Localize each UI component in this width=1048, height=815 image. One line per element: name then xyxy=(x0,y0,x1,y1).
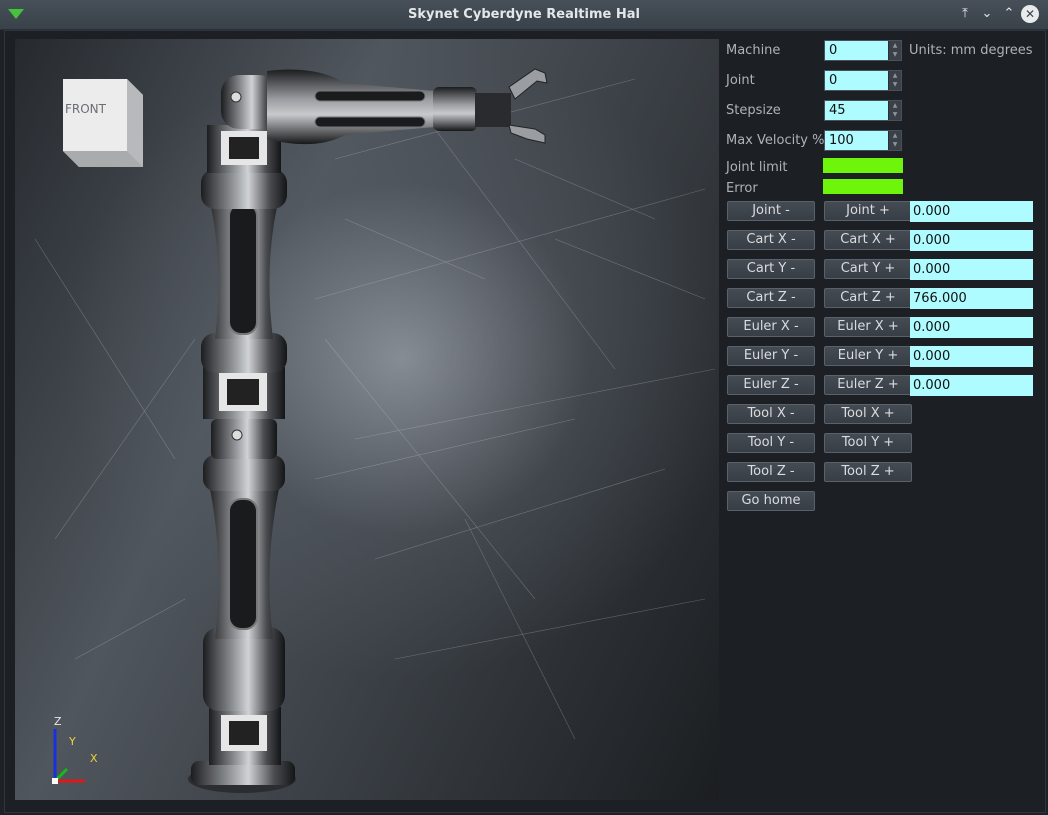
max-velocity-label: Max Velocity % xyxy=(726,133,825,148)
euler-x-output: 0.000 xyxy=(910,317,1033,338)
spin-arrows-icon[interactable]: ▲ ▼ xyxy=(889,41,901,60)
euler-z-output: 0.000 xyxy=(910,375,1033,396)
cart-x-plus-button[interactable]: Cart X + xyxy=(824,230,912,250)
stepsize-row: Stepsize 45 ▲ ▼ xyxy=(726,99,1038,121)
keep-above-icon[interactable]: ⤒ xyxy=(956,5,974,23)
units-label: Units: mm degrees xyxy=(909,43,1033,58)
joint-spinbox[interactable]: 0 ▲ ▼ xyxy=(824,70,902,91)
cart-y-output: 0.000 xyxy=(910,259,1033,280)
axis-x-label: X xyxy=(90,752,98,765)
spin-arrows-icon[interactable]: ▲ ▼ xyxy=(889,71,901,90)
euler-y-output: 0.000 xyxy=(910,346,1033,367)
max-velocity-spinbox[interactable]: 100 ▲ ▼ xyxy=(824,130,902,151)
maximize-icon[interactable]: ⌃ xyxy=(1000,5,1018,23)
error-row: Error xyxy=(726,177,1038,199)
stepsize-value[interactable]: 45 xyxy=(825,101,888,120)
3d-viewport[interactable]: FRONT Z Y X xyxy=(15,39,719,800)
title-bar: Skynet Cyberdyne Realtime Hal ⤒ ⌄ ⌃ ✕ xyxy=(0,0,1048,30)
minimize-icon[interactable]: ⌄ xyxy=(978,5,996,23)
euler-x-minus-button[interactable]: Euler X - xyxy=(727,317,815,337)
cart-z-output: 766.000 xyxy=(910,288,1033,309)
cart-z-plus-button[interactable]: Cart Z + xyxy=(824,288,912,308)
cart-z-minus-button[interactable]: Cart Z - xyxy=(727,288,815,308)
axis-y-label: Y xyxy=(69,735,76,748)
joint-value[interactable]: 0 xyxy=(825,71,888,90)
joint-output: 0.000 xyxy=(910,201,1033,222)
stepsize-label: Stepsize xyxy=(726,103,781,118)
cart-x-minus-button[interactable]: Cart X - xyxy=(727,230,815,250)
euler-x-plus-button[interactable]: Euler X + xyxy=(824,317,912,337)
joint-limit-row: Joint limit xyxy=(726,156,1038,178)
tool-x-plus-button[interactable]: Tool X + xyxy=(824,404,912,424)
joint-label: Joint xyxy=(726,73,755,88)
machine-value[interactable]: 0 xyxy=(825,41,888,60)
euler-y-plus-button[interactable]: Euler Y + xyxy=(824,346,912,366)
error-led xyxy=(823,179,903,194)
euler-z-minus-button[interactable]: Euler Z - xyxy=(727,375,815,395)
control-panel: Machine 0 ▲ ▼ Units: mm degrees Joint 0 ▲… xyxy=(726,39,1038,519)
tool-x-minus-button[interactable]: Tool X - xyxy=(727,404,815,424)
spin-arrows-icon[interactable]: ▲ ▼ xyxy=(889,131,901,150)
close-icon[interactable]: ✕ xyxy=(1021,5,1039,23)
tool-z-minus-button[interactable]: Tool Z - xyxy=(727,462,815,482)
cart-y-plus-button[interactable]: Cart Y + xyxy=(824,259,912,279)
stepsize-spinbox[interactable]: 45 ▲ ▼ xyxy=(824,100,902,121)
max-velocity-value[interactable]: 100 xyxy=(825,131,888,150)
cart-x-output: 0.000 xyxy=(910,230,1033,251)
machine-spinbox[interactable]: 0 ▲ ▼ xyxy=(824,40,902,61)
joint-minus-button[interactable]: Joint - xyxy=(727,201,815,221)
error-label: Error xyxy=(726,181,758,196)
tool-y-plus-button[interactable]: Tool Y + xyxy=(824,433,912,453)
go-home-button[interactable]: Go home xyxy=(727,491,815,511)
spin-arrows-icon[interactable]: ▲ ▼ xyxy=(889,101,901,120)
window-title: Skynet Cyberdyne Realtime Hal xyxy=(408,7,640,22)
robot-arm-model xyxy=(188,68,548,793)
machine-label: Machine xyxy=(726,43,781,58)
cart-y-minus-button[interactable]: Cart Y - xyxy=(727,259,815,279)
joint-row: Joint 0 ▲ ▼ xyxy=(726,69,1038,91)
joint-limit-label: Joint limit xyxy=(726,160,788,175)
machine-row: Machine 0 ▲ ▼ Units: mm degrees xyxy=(726,39,1038,61)
euler-y-minus-button[interactable]: Euler Y - xyxy=(727,346,815,366)
axis-z-label: Z xyxy=(54,715,62,728)
tool-z-plus-button[interactable]: Tool Z + xyxy=(824,462,912,482)
tool-y-minus-button[interactable]: Tool Y - xyxy=(727,433,815,453)
joint-plus-button[interactable]: Joint + xyxy=(824,201,912,221)
joint-limit-led xyxy=(823,158,903,173)
euler-z-plus-button[interactable]: Euler Z + xyxy=(824,375,912,395)
max-velocity-row: Max Velocity % 100 ▲ ▼ xyxy=(726,129,1038,151)
